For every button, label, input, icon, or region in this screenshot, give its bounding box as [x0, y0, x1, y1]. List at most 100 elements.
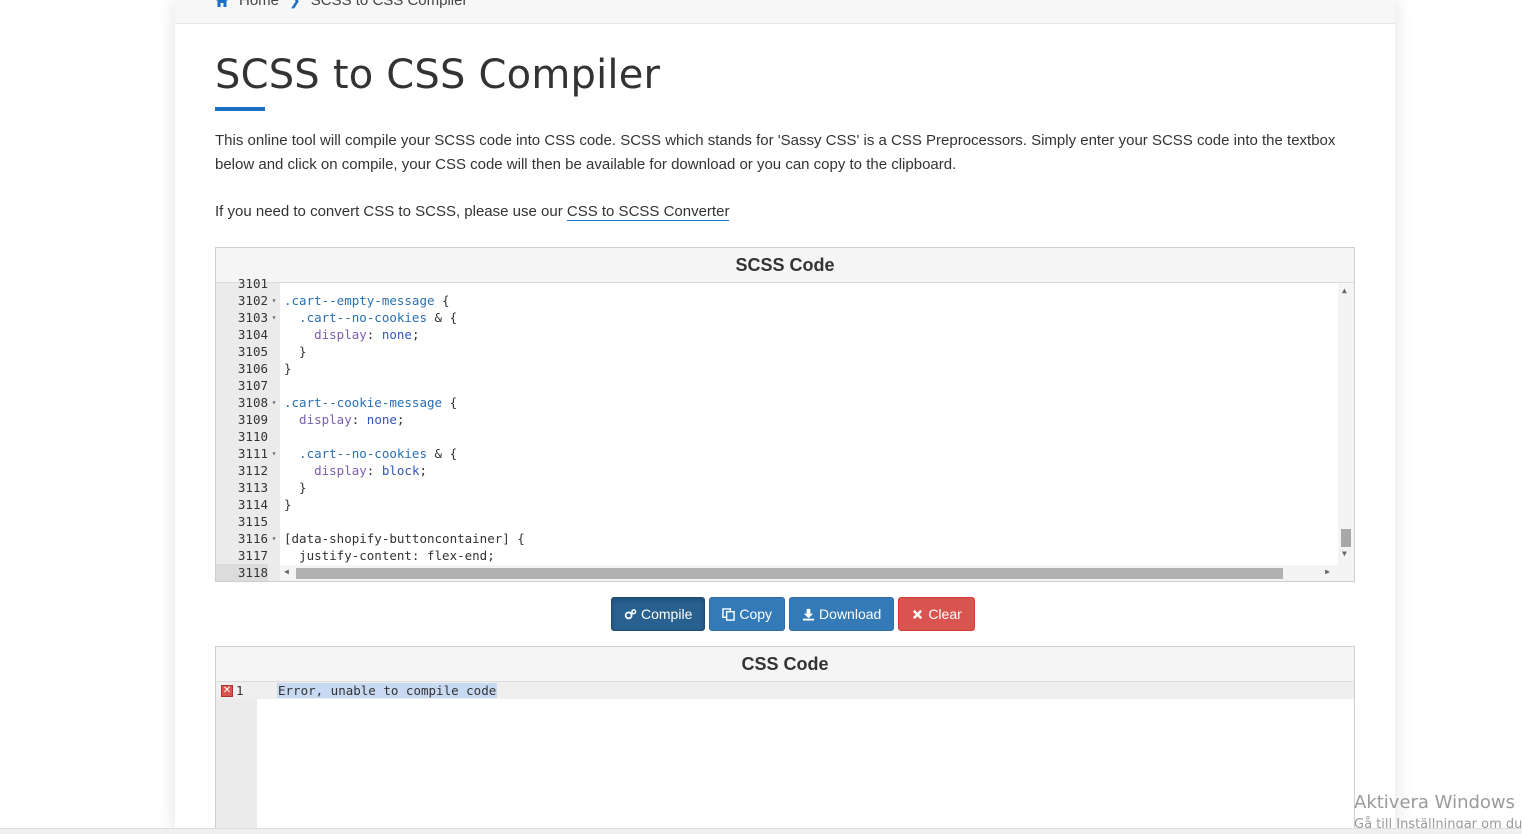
- line-number: 3112: [237, 463, 268, 478]
- code-rest: ;: [411, 327, 420, 342]
- copy-label: Copy: [739, 606, 773, 622]
- code-line[interactable]: 3105 }: [216, 343, 1336, 360]
- fold-arrow-icon[interactable]: ▾: [268, 309, 280, 326]
- code-line[interactable]: 3112 display: block;: [216, 462, 1336, 479]
- breadcrumb-current: SCSS to CSS Compiler: [310, 0, 468, 9]
- css-selector: .cart--no-cookies: [284, 446, 427, 461]
- code-rest: ;: [419, 463, 428, 478]
- code-line[interactable]: 3116 ▾ [data-shopify-buttoncontainer] {: [216, 530, 1336, 547]
- code-line[interactable]: 3111 ▾ .cart--no-cookies & {: [216, 445, 1336, 462]
- home-icon[interactable]: [215, 0, 229, 8]
- copy-button[interactable]: Copy: [709, 597, 786, 631]
- code-text: display: block;: [280, 462, 427, 479]
- scroll-down-icon[interactable]: ▼: [1342, 549, 1347, 558]
- code-text: .cart--cookie-message {: [280, 394, 457, 411]
- vertical-scrollbar[interactable]: ▲ ▼: [1338, 283, 1354, 565]
- scroll-up-icon[interactable]: ▲: [1342, 286, 1347, 295]
- breadcrumb-home-link[interactable]: Home: [239, 0, 279, 9]
- code-rest: }: [284, 497, 292, 512]
- css-error-text[interactable]: Error, unable to compile code: [277, 683, 498, 698]
- download-label: Download: [819, 606, 882, 622]
- css-property: display: [284, 463, 367, 478]
- code-text: display: none;: [280, 326, 420, 343]
- css-panel-title: CSS Code: [216, 647, 1354, 682]
- code-line[interactable]: 3104 display: none;: [216, 326, 1336, 343]
- windows-activation-watermark: Aktivera Windows Gå till Inställningar o…: [1354, 792, 1522, 832]
- colon: :: [351, 412, 367, 427]
- css-selector: .cart--empty-message: [284, 293, 435, 308]
- line-number: 3115: [237, 514, 268, 529]
- code-rest: }: [284, 344, 307, 359]
- code-line[interactable]: 3106}: [216, 360, 1336, 377]
- css-to-scss-link[interactable]: CSS to SCSS Converter: [566, 203, 730, 221]
- scss-panel: SCSS Code 3101 3102 ▾ .cart--empty-message …: [215, 247, 1355, 582]
- css-selector: .cart--no-cookies: [284, 310, 427, 325]
- code-line[interactable]: 3115: [216, 513, 1336, 530]
- fold-arrow-icon[interactable]: ▾: [268, 530, 280, 547]
- code-rest: ;: [396, 412, 405, 427]
- page-title: SCSS to CSS Compiler: [215, 52, 661, 98]
- code-text: }: [280, 496, 292, 513]
- scss-editor[interactable]: 3101 3102 ▾ .cart--empty-message {3103 ▾ .ca…: [216, 276, 1354, 581]
- code-line[interactable]: 3108 ▾ .cart--cookie-message {: [216, 394, 1336, 411]
- horizontal-scroll-thumb[interactable]: [296, 568, 1283, 579]
- clear-button[interactable]: Clear: [898, 597, 975, 631]
- line-number: 3117: [237, 548, 268, 563]
- colon: :: [366, 463, 382, 478]
- code-rest: justify-content: flex-end;: [284, 548, 495, 563]
- code-line[interactable]: 3114}: [216, 496, 1336, 513]
- css-gutter: [216, 682, 257, 834]
- code-rest: }: [284, 480, 307, 495]
- watermark-line1: Aktivera Windows: [1354, 792, 1516, 813]
- code-line[interactable]: 3101: [216, 275, 1336, 292]
- code-rest: & {: [427, 446, 458, 461]
- code-rest: {: [442, 395, 458, 410]
- line-number: 3102: [237, 293, 268, 308]
- fold-arrow-icon[interactable]: ▾: [268, 394, 280, 411]
- fold-arrow-icon[interactable]: ▾: [268, 292, 280, 309]
- css-value: block: [381, 463, 420, 478]
- code-text: justify-content: flex-end;: [280, 547, 495, 564]
- download-icon: [802, 608, 815, 621]
- code-line[interactable]: 3103 ▾ .cart--no-cookies & {: [216, 309, 1336, 326]
- gears-icon: [624, 608, 637, 619]
- vertical-scroll-thumb[interactable]: [1341, 529, 1351, 547]
- line-number: 3104: [237, 327, 268, 342]
- line-number: 3111: [237, 446, 268, 461]
- code-line[interactable]: 3113 }: [216, 479, 1336, 496]
- scroll-left-icon[interactable]: ◀: [284, 567, 289, 576]
- line-number: 3107: [237, 378, 268, 393]
- code-line[interactable]: 3107: [216, 377, 1336, 394]
- download-button[interactable]: Download: [789, 597, 895, 631]
- code-line[interactable]: 3117 justify-content: flex-end;: [216, 547, 1336, 564]
- css-code-line[interactable]: ✕ 1 Error, unable to compile code: [216, 682, 1354, 699]
- scss-code-lines[interactable]: 3101 3102 ▾ .cart--empty-message {3103 ▾ .ca…: [216, 275, 1336, 581]
- horizontal-scrollbar[interactable]: ◀ ▶: [280, 565, 1354, 581]
- line-number: 3118: [216, 564, 268, 581]
- css-property: display: [284, 412, 352, 427]
- code-line[interactable]: 3102 ▾ .cart--empty-message {: [216, 292, 1336, 309]
- code-text: display: none;: [280, 411, 404, 428]
- compile-button[interactable]: Compile: [611, 597, 706, 631]
- convert-prefix: If you need to convert CSS to SCSS, plea…: [215, 203, 567, 220]
- chevron-right-icon: ❯: [289, 0, 301, 8]
- scroll-right-icon[interactable]: ▶: [1325, 567, 1330, 576]
- css-editor[interactable]: ✕ 1 Error, unable to compile code: [216, 682, 1354, 834]
- fold-arrow-icon[interactable]: ▾: [268, 445, 280, 462]
- css-panel: CSS Code ✕ 1 Error, unable to compile co…: [215, 646, 1355, 834]
- code-text: .cart--empty-message {: [280, 292, 450, 309]
- code-rest: [data-shopify-buttoncontainer] {: [284, 531, 525, 546]
- code-text: .cart--no-cookies & {: [280, 445, 457, 462]
- line-number: 3114: [237, 497, 268, 512]
- code-line[interactable]: 3110: [216, 428, 1336, 445]
- code-line[interactable]: 3109 display: none;: [216, 411, 1336, 428]
- line-number: 3106: [237, 361, 268, 376]
